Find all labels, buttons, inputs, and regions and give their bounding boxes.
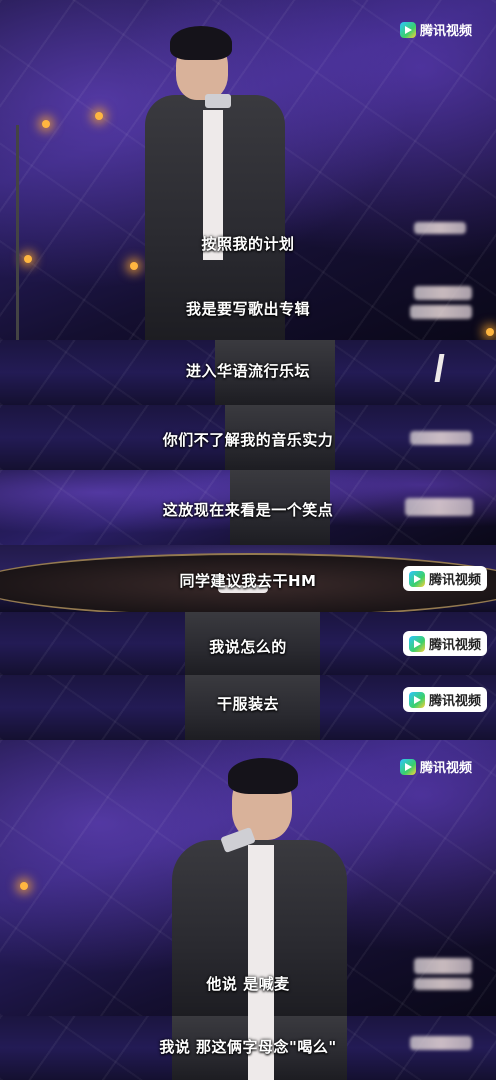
stage-light — [42, 120, 50, 128]
stage-light — [95, 112, 103, 120]
tencent-video-watermark: 腾讯视频 — [400, 757, 472, 776]
frame-strip: 进入华语流行乐坛 — [0, 340, 496, 405]
frame-strip: 你们不了解我的音乐实力 — [0, 405, 496, 470]
stage-light — [130, 262, 138, 270]
subtitle: 我说 那这俩字母念"喝么" — [159, 1038, 337, 1056]
subtitle: 我说怎么的 — [209, 638, 287, 656]
performer-hair — [170, 26, 232, 60]
subtitle: 按照我的计划 — [201, 235, 295, 253]
frame-strip: 腾讯视频 我说怎么的 — [0, 612, 496, 675]
subtitle: 你们不了解我的音乐实力 — [162, 431, 334, 449]
tencent-video-icon — [400, 21, 416, 38]
performer-hair — [228, 758, 298, 794]
tencent-video-watermark: 腾讯视频 — [400, 20, 472, 39]
frame-strip: 腾讯视频 干服装去 — [0, 675, 496, 740]
subtitle: 我是要写歌出专辑 — [185, 300, 310, 318]
stage-light — [24, 255, 32, 263]
subtitle: 进入华语流行乐坛 — [185, 362, 310, 380]
frame-strip: 腾讯视频 同学建议我去干HM — [0, 545, 496, 612]
frame-strip: 我说 那这俩字母念"喝么" — [0, 1016, 496, 1080]
subtitle: 同学建议我去干HM — [179, 572, 317, 590]
tencent-video-icon — [400, 758, 416, 775]
subtitle: 他说 是喊麦 — [206, 975, 290, 993]
watermark-text: 腾讯视频 — [420, 761, 473, 776]
stage-light — [486, 328, 494, 336]
watermark-text: 腾讯视频 — [420, 24, 473, 39]
stage-light — [20, 882, 28, 890]
frame-top: 腾讯视频 按照我的计划 我是要写歌出专辑 — [0, 0, 496, 340]
subtitle: 这放现在来看是一个笑点 — [162, 501, 334, 519]
subtitle: 干服装去 — [216, 695, 279, 713]
frame-strip: 这放现在来看是一个笑点 — [0, 470, 496, 545]
blurred-overlay — [414, 958, 472, 974]
microphone — [205, 94, 231, 108]
frame-bottom: 腾讯视频 他说 是喊麦 — [0, 740, 496, 1016]
